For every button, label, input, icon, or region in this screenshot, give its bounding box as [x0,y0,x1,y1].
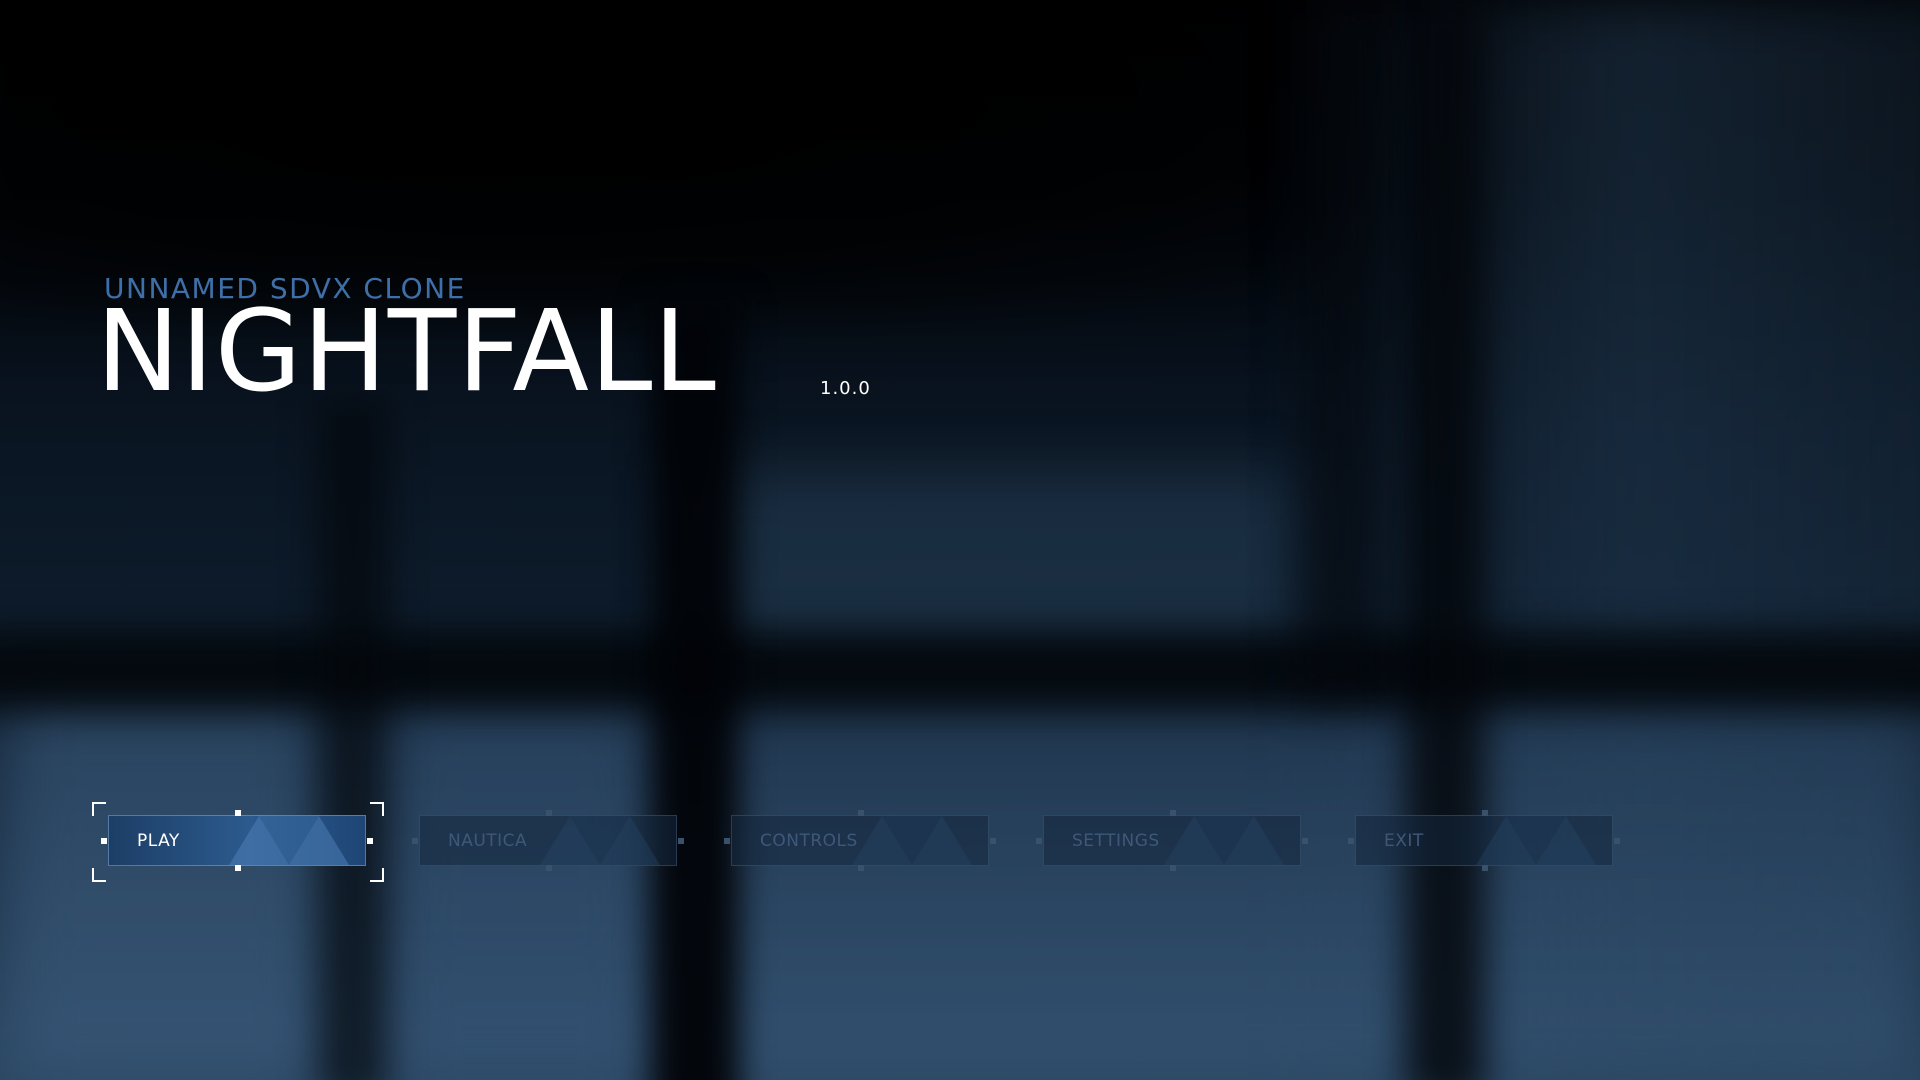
game-title: NIGHTFALL [96,287,717,417]
play-button[interactable]: PLAY [101,810,373,871]
selection-bracket-bottom-left [92,868,106,882]
selection-bracket-top-left [92,802,106,816]
nautica-button-label: NAUTICA [448,831,528,851]
main-menu-screen: UNNAMED SDVX CLONE NIGHTFALL 1.0.0 PLAY … [0,0,1920,1080]
settings-button-label: SETTINGS [1072,831,1160,851]
version-label: 1.0.0 [820,378,871,399]
selection-bracket-top-right [370,802,384,816]
exit-button-label: EXIT [1384,831,1424,851]
play-button-label: PLAY [137,831,180,851]
nautica-button[interactable]: NAUTICA [412,810,684,871]
selection-bracket-bottom-right [370,868,384,882]
background [0,0,1920,1080]
controls-button[interactable]: CONTROLS [724,810,996,871]
exit-button[interactable]: EXIT [1348,810,1620,871]
controls-button-label: CONTROLS [760,831,858,851]
settings-button[interactable]: SETTINGS [1036,810,1308,871]
